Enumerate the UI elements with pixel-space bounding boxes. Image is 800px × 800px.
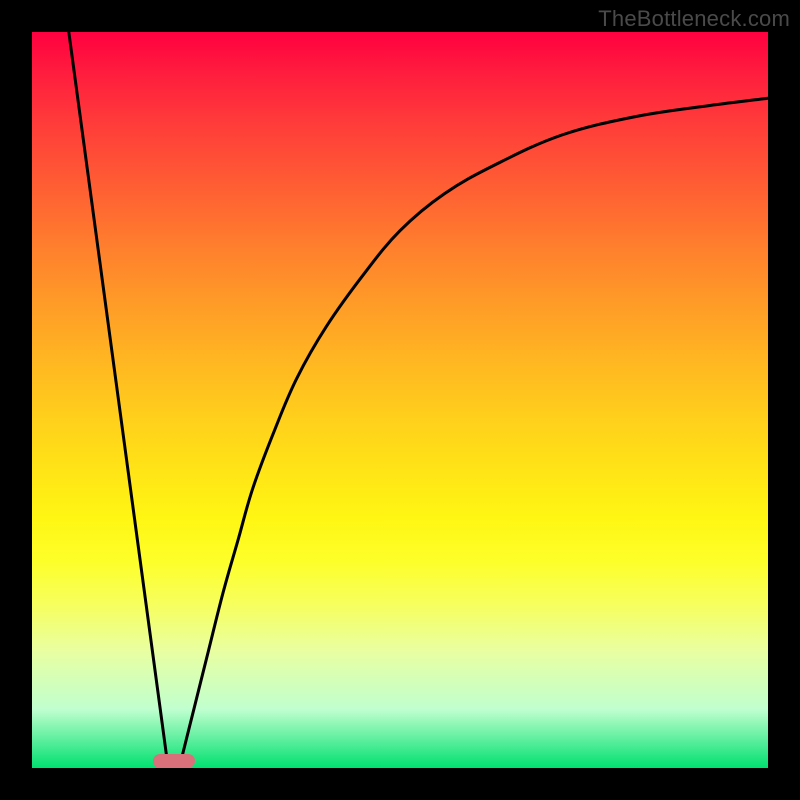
chart-frame: TheBottleneck.com xyxy=(0,0,800,800)
plot-area xyxy=(32,32,768,768)
left-v-branch xyxy=(69,32,168,768)
optimum-marker xyxy=(153,754,195,768)
watermark-text: TheBottleneck.com xyxy=(598,6,790,32)
right-curve xyxy=(179,98,768,768)
curve-overlay xyxy=(32,32,768,768)
